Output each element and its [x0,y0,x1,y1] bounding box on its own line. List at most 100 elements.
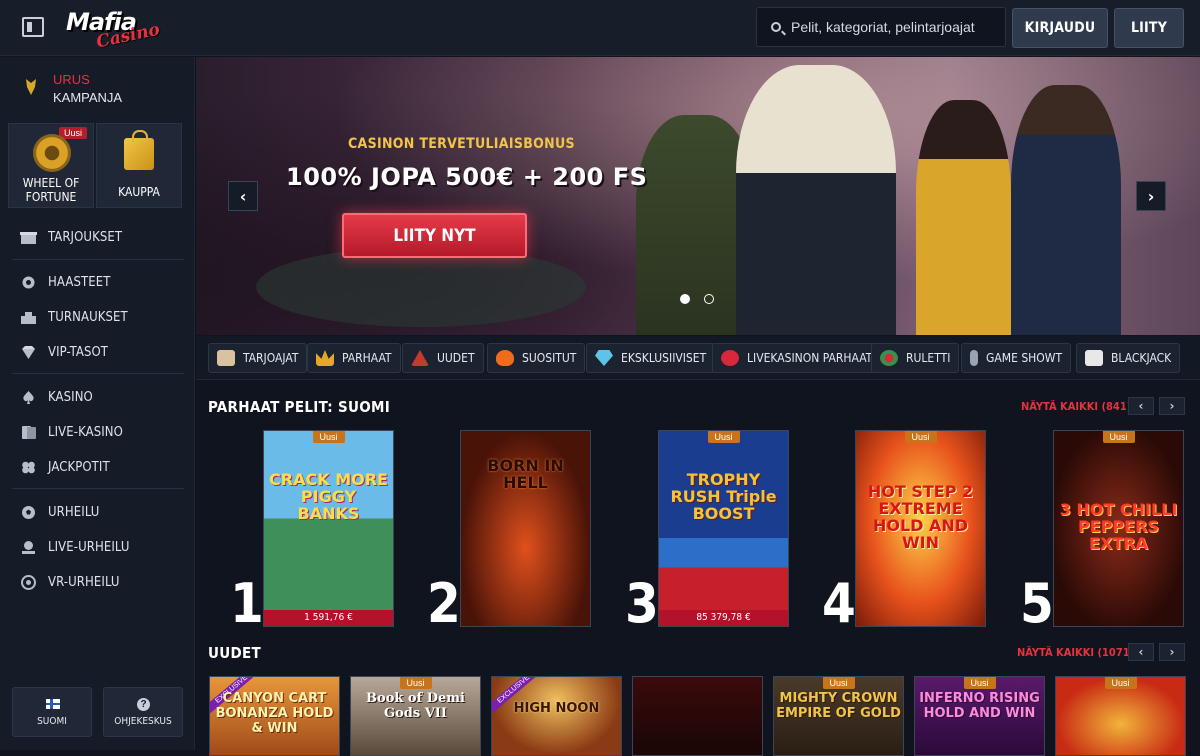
join-now-button[interactable]: LIITY NYT [342,213,527,258]
new-badge: Uusi [822,677,855,689]
shop-tile[interactable]: KAUPPA [96,123,182,208]
hero-character-image [916,100,1011,335]
game-card[interactable]: EXCLUSIVE HIGH NOON [491,676,622,756]
diamond-icon [595,350,613,366]
sidebar-item-label: HAASTEET [48,274,111,290]
sidebar-item-live-sports[interactable]: LIVE-URHEILU [20,536,130,558]
challenges-icon [22,276,35,288]
sidebar-item-jackpots[interactable]: JACKPOTIT [20,456,110,478]
hero-dot-active[interactable] [680,294,690,304]
category-label: RULETTI [906,351,951,365]
tile-label: KAUPPA [118,185,160,199]
game-card[interactable]: Uusi MIGHTY CROWN EMPIRE OF GOLD [773,676,904,756]
chevron-left-icon: ‹ [1138,645,1144,659]
hero-next-button[interactable]: › [1136,181,1166,211]
category-chip-live-best[interactable]: LIVEKASINON PARHAAT [712,343,882,373]
sidebar-item-tournaments[interactable]: TURNAUKSET [20,306,128,328]
game-card[interactable] [632,676,763,756]
game-card[interactable]: Uusi TROPHY RUSH Triple BOOST 85 379,78 … [658,430,789,627]
sidebar-item-vip[interactable]: VIP-TASOT [20,341,108,363]
game-title: Book of Demi Gods VII [366,691,465,721]
sidebar-item-label: VR-URHEILU [48,574,120,590]
see-all-top-games-link[interactable]: NÄYTÄ KAIKKI (841) [1021,400,1131,413]
microphone-icon [970,350,978,366]
top-games-prev-button[interactable]: ‹ [1128,397,1154,415]
sidebar-item-label: LIVE-URHEILU [48,539,130,555]
category-chip-game-shows[interactable]: GAME SHOWT [961,343,1072,373]
chevron-right-icon: › [1169,645,1175,659]
tournaments-icon [21,311,36,324]
promo-line-1: URUS [53,72,90,87]
tile-label: WHEEL OF FORTUNE [22,176,80,204]
sidebar-item-live-casino[interactable]: LIVE-KASINO [20,421,123,443]
login-button[interactable]: KIRJAUDU [1012,8,1108,48]
section-title-new-games: UUDET [208,644,262,662]
crown-icon [316,350,334,366]
game-card[interactable]: Uusi INFERNO RISING HOLD AND WIN [914,676,1045,756]
sidebar-item-label: VIP-TASOT [48,344,109,360]
sidebar-toggle-icon[interactable] [22,17,44,37]
sidebar-item-sports[interactable]: URHEILU [20,501,99,523]
new-badge: Uusi [1102,431,1135,443]
finland-flag-icon [46,699,60,709]
game-card[interactable]: Uusi CRACK MORE PIGGY BANKS 1 591,76 € [263,430,394,627]
join-button[interactable]: LIITY [1114,8,1184,48]
sidebar-item-challenges[interactable]: HAASTEET [20,271,110,293]
game-title: TROPHY RUSH Triple BOOST [670,470,777,523]
help-center-button[interactable]: ? OHJEKESKUS [103,687,183,737]
top-games-next-button[interactable]: › [1159,397,1185,415]
chevron-right-icon: › [1147,186,1155,206]
rank-number: 2 [427,572,461,635]
sidebar-item-offers[interactable]: TARJOUKSET [20,226,122,248]
game-card[interactable]: Uusi HOT STEP 2 EXTREME HOLD AND WIN [855,430,986,627]
category-chip-providers[interactable]: TARJOAJAT [208,343,308,373]
live-casino-icon [22,425,36,439]
search-input[interactable] [791,16,997,38]
sidebar-item-label: LIVE-KASINO [48,424,123,440]
sidebar-item-label: URHEILU [48,504,100,520]
see-all-new-games-link[interactable]: NÄYTÄ KAIKKI (1071) [1017,646,1134,659]
hero-dot[interactable] [704,294,714,304]
sidebar-divider [12,488,184,489]
hero-title: 100% JOPA 500€ + 200 FS [286,163,648,191]
wheel-icon [33,134,71,172]
game-card[interactable]: Uusi Book of Demi Gods VII [350,676,481,756]
category-chip-new[interactable]: UUDET [402,343,484,373]
game-title: CANYON CART BONANZA HOLD & WIN [215,691,334,736]
offers-icon [20,231,37,244]
sidebar-item-casino[interactable]: KASINO [20,386,93,408]
category-chip-exclusive[interactable]: EKSKLUSIIVISET [586,343,716,373]
new-badge: Uusi [963,677,996,689]
category-chip-blackjack[interactable]: BLACKJACK [1076,343,1181,373]
category-chip-roulette[interactable]: RULETTI [871,343,960,373]
language-label: SUOMI [37,716,67,727]
rank-number: 4 [822,572,856,635]
new-badge: Uusi [399,677,432,689]
search-box[interactable] [756,7,1006,47]
vr-sports-icon [21,574,36,590]
category-chip-popular[interactable]: SUOSITUT [487,343,586,373]
hero-banner[interactable]: CASINON TERVETULIAISBONUS 100% JOPA 500€… [196,57,1200,335]
search-icon [771,22,781,32]
new-badge: Uusi [904,431,937,443]
section-title-top-games: PARHAAT PELIT: SUOMI [208,398,391,416]
bull-icon [26,79,36,95]
top-bar: Mafia Casino KIRJAUDU LIITY [0,0,1200,56]
jackpot-amount: 1 591,76 € [264,610,393,626]
game-card[interactable]: Uusi 3 HOT CHILLI PEPPERS EXTRA [1053,430,1184,627]
category-chip-best[interactable]: PARHAAT [307,343,401,373]
game-title: INFERNO RISING HOLD AND WIN [919,691,1040,721]
wheel-of-fortune-tile[interactable]: Uusi WHEEL OF FORTUNE [8,123,94,208]
help-icon: ? [137,698,150,711]
game-card[interactable]: EXCLUSIVE CANYON CART BONANZA HOLD & WIN [209,676,340,756]
sidebar-item-vr-sports[interactable]: VR-URHEILU [20,571,120,593]
new-games-prev-button[interactable]: ‹ [1128,643,1154,661]
hero-prev-button[interactable]: ‹ [228,181,258,211]
new-games-next-button[interactable]: › [1159,643,1185,661]
language-button[interactable]: SUOMI [12,687,92,737]
game-card[interactable]: BORN IN HELL [460,430,591,627]
rank-number: 5 [1020,572,1054,635]
logo[interactable]: Mafia Casino [66,8,162,52]
hero-character-image [1011,85,1121,335]
game-card[interactable]: Uusi [1055,676,1186,756]
